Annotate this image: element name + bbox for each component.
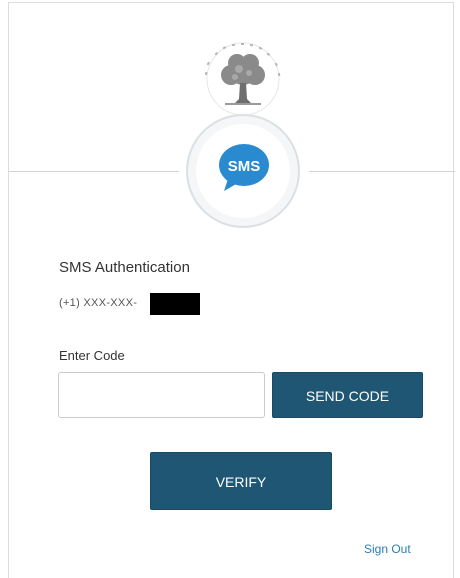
- sign-in-card: SMS SMS Authentication (+1) XXX-XXX- Ent…: [8, 2, 455, 578]
- sms-badge: SMS: [186, 114, 300, 228]
- sms-badge-label: SMS: [228, 158, 261, 175]
- code-input[interactable]: [58, 372, 265, 418]
- verify-button[interactable]: VERIFY: [150, 452, 332, 510]
- sms-badge-inner: SMS: [196, 124, 290, 218]
- code-field-label: Enter Code: [59, 348, 125, 363]
- send-code-button[interactable]: SEND CODE: [272, 372, 423, 418]
- phone-number-masked: (+1) XXX-XXX-: [59, 297, 138, 309]
- phone-number-redaction: [150, 293, 200, 315]
- divider-left: [9, 171, 179, 172]
- sign-out-link[interactable]: Sign Out: [364, 542, 411, 556]
- tree-seal-icon: [195, 39, 291, 119]
- sms-chat-bubble-icon: SMS: [218, 143, 270, 198]
- divider-right: [309, 171, 455, 172]
- page-title: SMS Authentication: [59, 259, 190, 276]
